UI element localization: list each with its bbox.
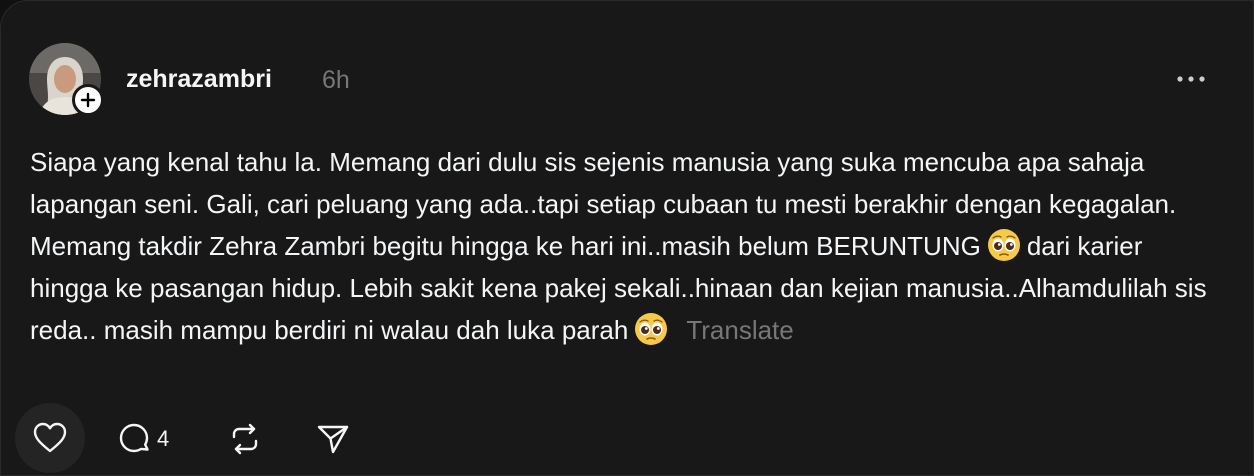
reply-count: 4 [157,426,170,451]
post-card: zehrazambri 6h Siapa yang kenal tahu la.… [0,0,1254,476]
share-button[interactable] [315,421,351,457]
translate-link[interactable]: Translate [686,315,793,345]
heart-icon [33,422,67,453]
avatar-container[interactable] [29,43,104,116]
post-time[interactable]: 6h [322,64,350,96]
send-icon [317,425,349,454]
comment-icon [119,423,149,453]
post-text: Siapa yang kenal tahu la. Memang dari du… [30,141,1210,351]
repost-icon [232,423,258,455]
repost-button[interactable] [227,421,263,457]
username[interactable]: zehrazambri [126,63,272,95]
pleading-face-emoji [635,313,668,345]
action-bar: 4 [1,401,401,476]
more-button[interactable] [1171,67,1211,91]
reply-button[interactable]: 4 [117,421,169,457]
more-icon [1177,76,1205,82]
pleading-face-emoji [987,229,1020,261]
plus-icon [80,92,96,108]
like-button[interactable] [15,403,85,473]
follow-button[interactable] [72,84,104,116]
